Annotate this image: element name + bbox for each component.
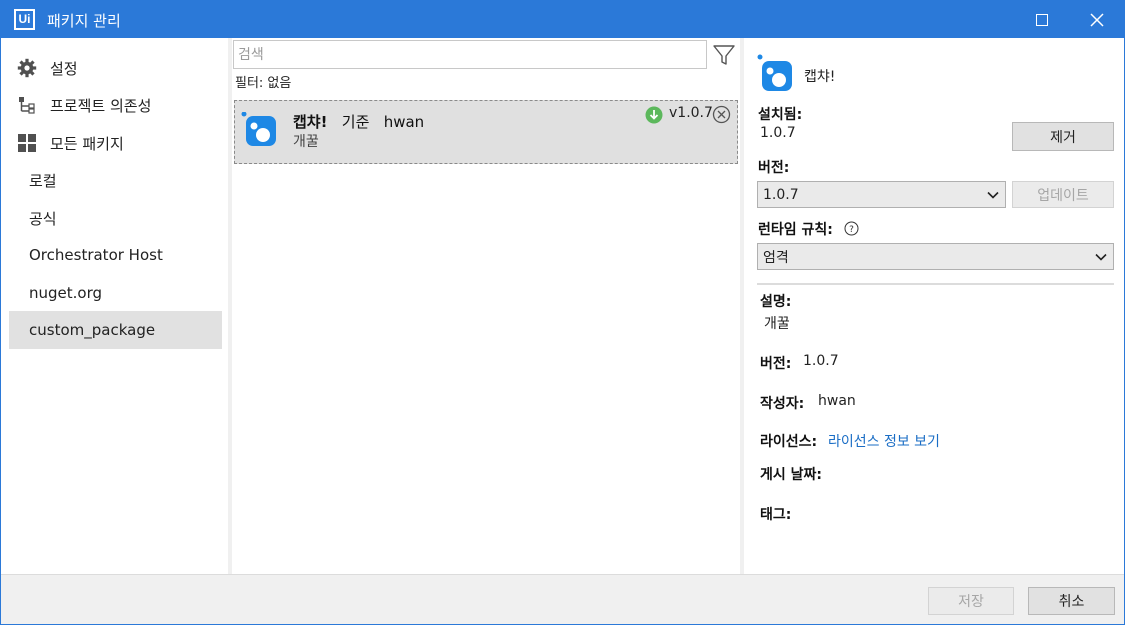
sidebar-item-label: Orchestrator Host — [29, 246, 163, 264]
sidebar-item-label: 프로젝트 의존성 — [50, 96, 152, 115]
package-details-panel: 캡챠! 설치됨: 1.0.7 제거 버전: 1.0.7 업데이트 런타임 규칙:… — [745, 38, 1124, 574]
close-icon — [1090, 12, 1104, 27]
sidebar-item-custom-package[interactable]: custom_package — [9, 311, 222, 349]
search-input-wrapper — [233, 40, 707, 69]
sidebar-item-label: 공식 — [29, 209, 57, 228]
package-icon — [757, 54, 792, 91]
grid-icon — [16, 132, 38, 154]
installed-download-icon — [645, 106, 663, 124]
sidebar-item-label: 모든 패키지 — [50, 134, 124, 153]
sidebar-item-project-dependencies[interactable]: 프로젝트 의존성 — [9, 86, 222, 124]
sidebar-item-label: 로컬 — [29, 171, 57, 190]
close-button[interactable] — [1074, 1, 1120, 38]
sidebar-item-local[interactable]: 로컬 — [9, 161, 222, 199]
gear-icon — [16, 57, 38, 79]
filter-icon[interactable] — [712, 43, 736, 67]
sidebar-item-label: nuget.org — [29, 284, 103, 302]
window-title: 패키지 관리 — [47, 12, 121, 30]
details-package-name: 캡챠! — [804, 69, 836, 85]
runtime-rule-select[interactable]: 엄격 — [757, 243, 1114, 270]
author-value: hwan — [818, 393, 856, 409]
runtime-rule-label: 런타임 규칙: — [758, 222, 833, 238]
package-title: 캡챠! 기준 hwan — [293, 111, 424, 132]
remove-button[interactable]: 제거 — [1012, 122, 1114, 151]
package-list-panel: 필터: 없음 캡챠! 기준 hwan 개꿀 v1.0.7 — [232, 38, 740, 574]
footer-bar: 저장 취소 — [1, 574, 1124, 624]
uipath-logo-icon: Ui — [14, 9, 35, 30]
help-icon[interactable]: ? — [844, 221, 859, 236]
license-label: 라이선스: — [760, 434, 818, 450]
sidebar-item-label: custom_package — [29, 321, 156, 339]
chevron-down-icon — [1095, 253, 1107, 261]
package-icon — [241, 112, 276, 146]
cancel-button[interactable]: 취소 — [1028, 587, 1115, 615]
maximize-icon — [1036, 13, 1048, 26]
author-label: 작성자: — [760, 396, 805, 412]
tags-label: 태그: — [760, 507, 792, 523]
installed-version: 1.0.7 — [760, 125, 796, 141]
chevron-down-icon — [987, 191, 999, 199]
sidebar-item-settings[interactable]: 설정 — [9, 49, 222, 87]
svg-text:?: ? — [849, 225, 854, 235]
package-list-item[interactable]: 캡챠! 기준 hwan 개꿀 v1.0.7 — [234, 100, 738, 164]
details-divider — [757, 283, 1114, 285]
sidebar-item-official[interactable]: 공식 — [9, 199, 222, 237]
package-manager-window: Ui 패키지 관리 설정 프로젝트 의존성 모든 패키지 로컬 공식 Orche… — [0, 0, 1125, 625]
sidebar-item-orchestrator-host[interactable]: Orchestrator Host — [9, 236, 222, 274]
filter-status: 필터: 없음 — [235, 76, 292, 91]
tree-icon — [16, 94, 38, 116]
version-select-value: 1.0.7 — [763, 186, 799, 203]
package-author: hwan — [383, 113, 425, 131]
description-value: 개꿀 — [764, 316, 790, 332]
description-label: 설명: — [760, 294, 792, 310]
sidebar-item-nuget-org[interactable]: nuget.org — [9, 274, 222, 312]
search-input[interactable] — [234, 41, 706, 68]
version-info-value: 1.0.7 — [803, 353, 839, 369]
published-date-label: 게시 날짜: — [760, 467, 822, 483]
installed-label: 설치됨: — [758, 107, 803, 123]
package-name: 캡챠! — [293, 113, 328, 131]
license-link[interactable]: 라이선스 정보 보기 — [828, 431, 940, 451]
version-label: 버전: — [758, 160, 790, 176]
version-info-label: 버전: — [760, 356, 792, 372]
version-select[interactable]: 1.0.7 — [757, 181, 1006, 208]
save-button[interactable]: 저장 — [928, 587, 1014, 615]
package-version: v1.0.7 — [669, 105, 713, 121]
package-by-label: 기준 — [341, 113, 370, 131]
title-bar[interactable]: Ui 패키지 관리 — [1, 1, 1124, 38]
package-description: 개꿀 — [293, 134, 319, 150]
right-splitter[interactable] — [740, 38, 744, 574]
maximize-button[interactable] — [1019, 1, 1065, 38]
runtime-rule-value: 엄격 — [763, 249, 789, 266]
sidebar-item-all-packages[interactable]: 모든 패키지 — [9, 124, 222, 162]
sidebar-item-label: 설정 — [50, 59, 78, 78]
remove-circle-icon[interactable] — [712, 105, 731, 124]
update-button[interactable]: 업데이트 — [1012, 181, 1114, 208]
sidebar: 설정 프로젝트 의존성 모든 패키지 로컬 공식 Orchestrator Ho… — [1, 38, 229, 574]
